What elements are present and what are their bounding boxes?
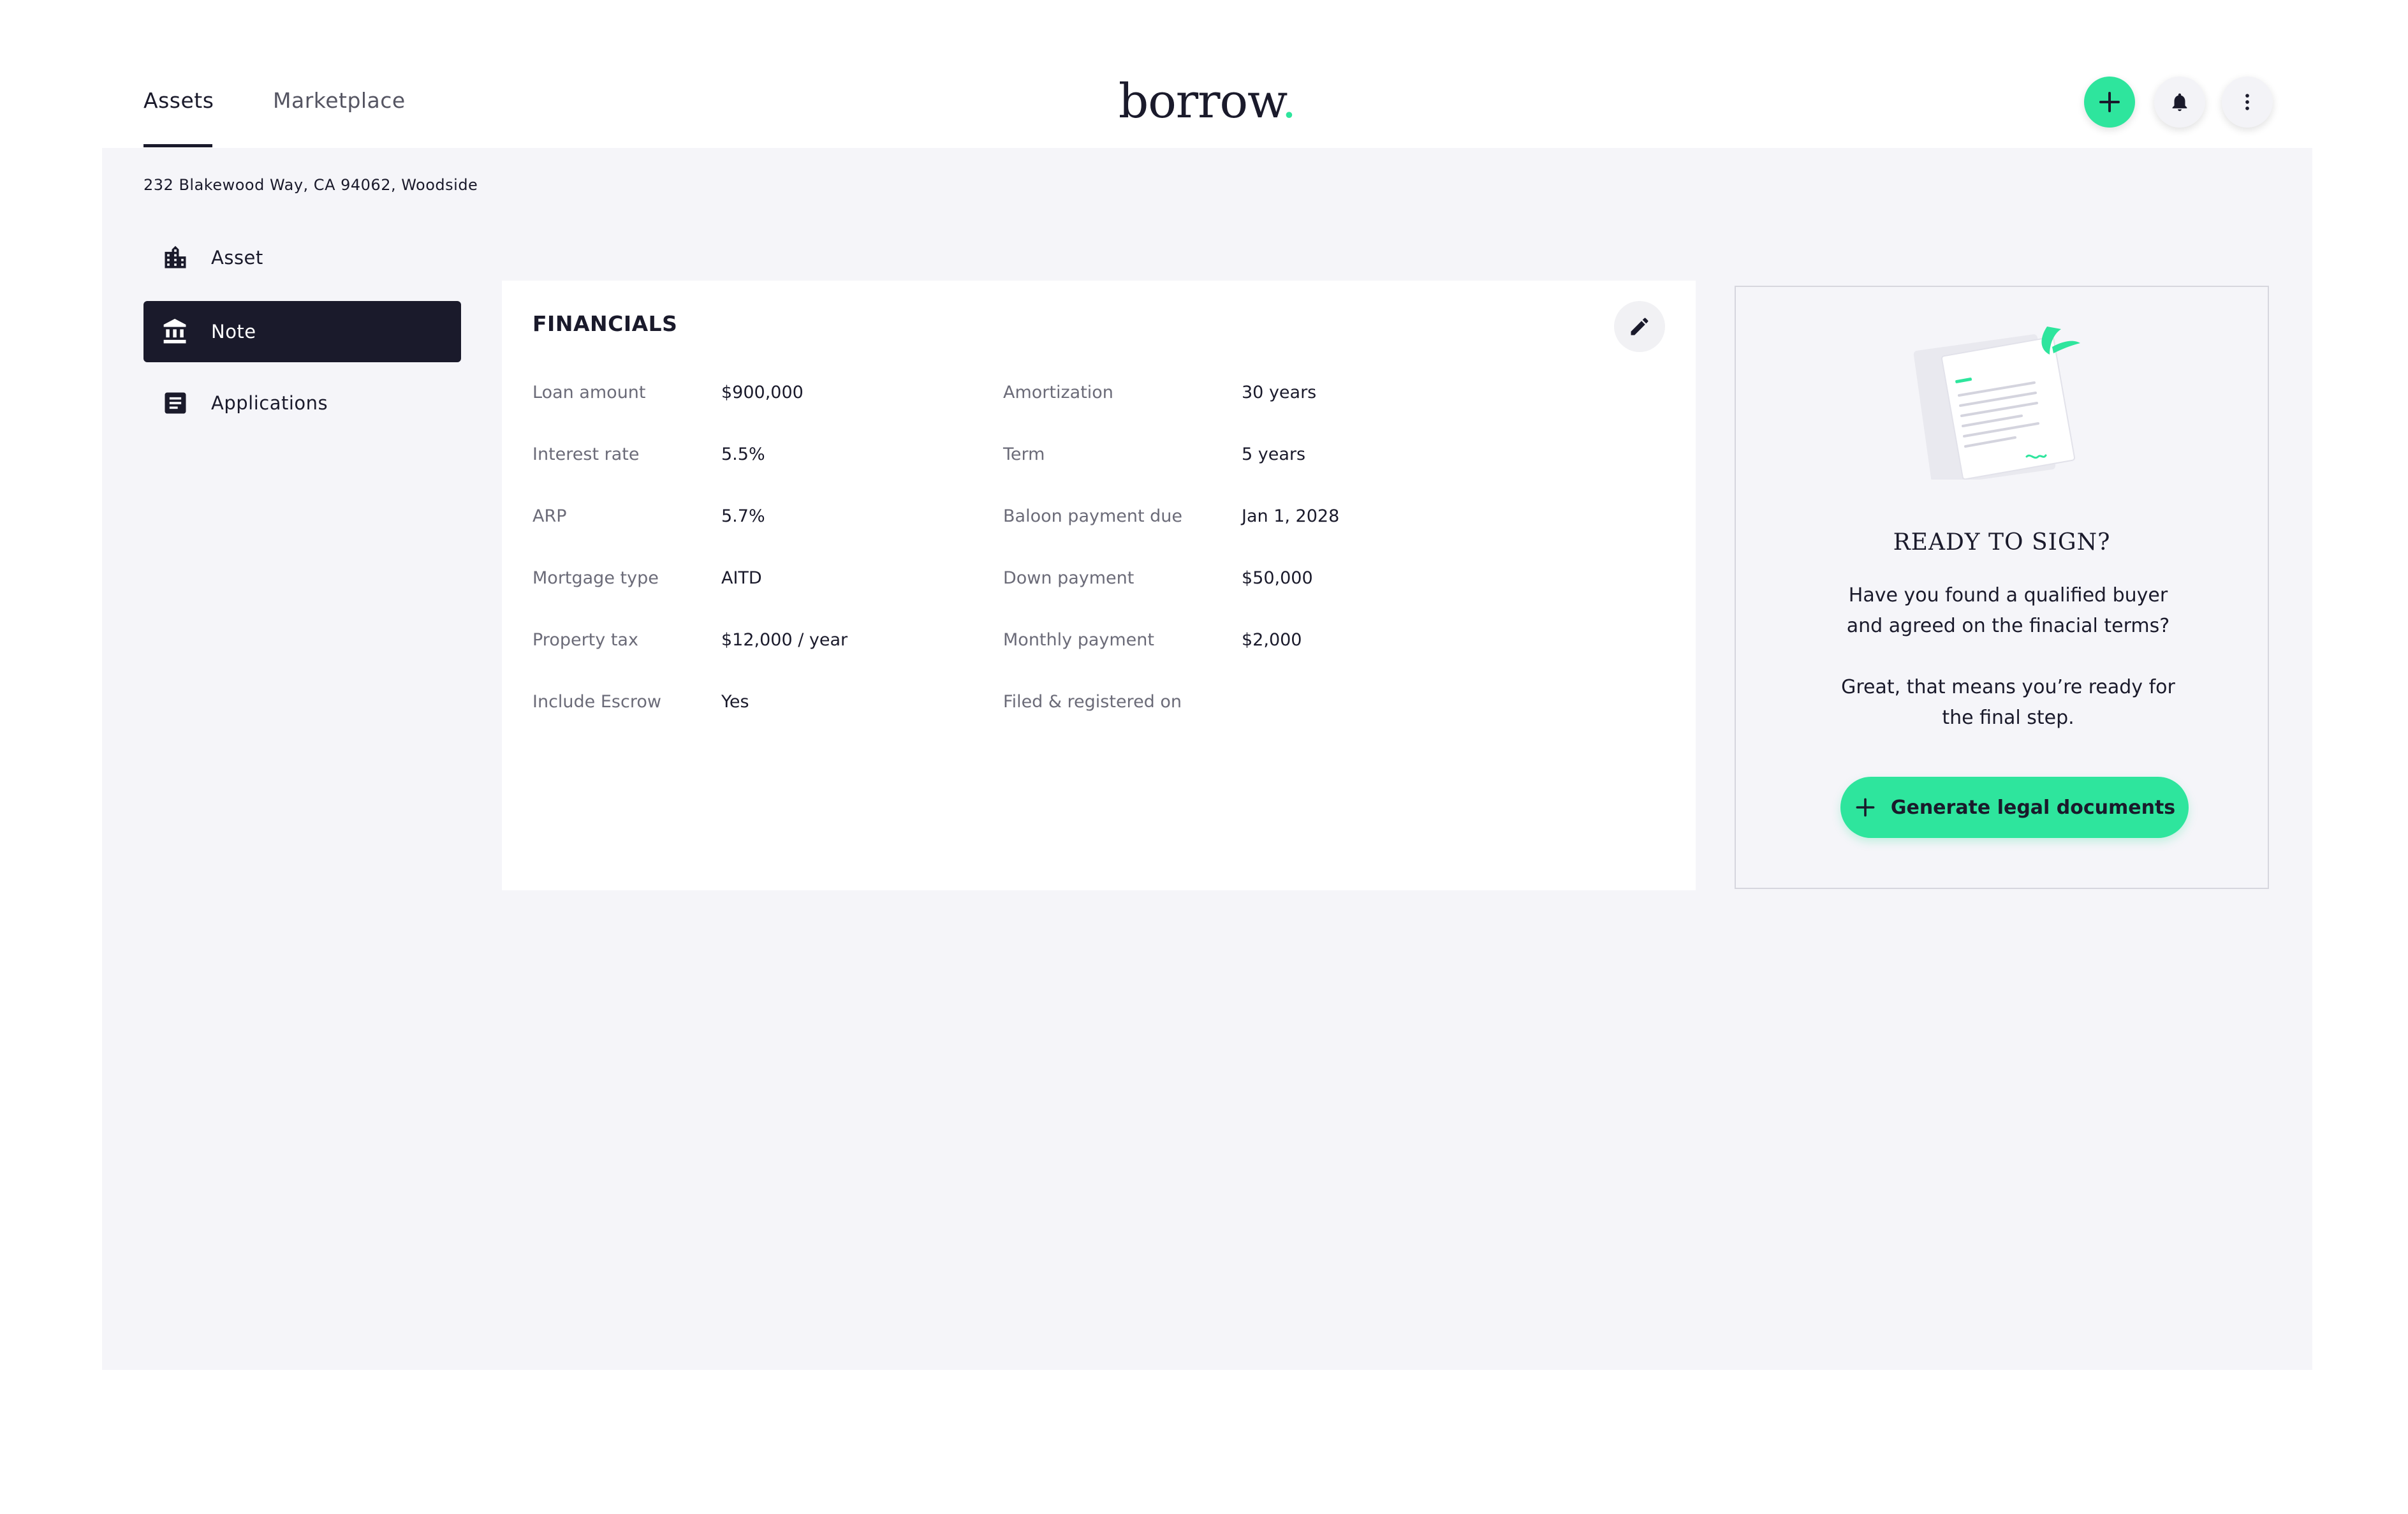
term-label: Term <box>1003 445 1045 464</box>
pencil-icon <box>1631 318 1648 335</box>
loan-amount-label: Loan amount <box>532 383 646 402</box>
interest-rate-value: 5.5% <box>721 445 765 464</box>
add-button[interactable] <box>2084 77 2135 128</box>
document-icon <box>160 388 191 418</box>
breadcrumb-address: 232 Blakewood Way, CA 94062, Woodside <box>143 176 478 194</box>
baloon-payment-value: Jan 1, 2028 <box>1242 506 1340 526</box>
baloon-payment-label: Baloon payment due <box>1003 506 1183 526</box>
sidebar-item-asset[interactable]: Asset <box>143 227 461 288</box>
sidebar-item-label: Asset <box>211 247 263 268</box>
financials-title: FINANCIALS <box>532 311 678 336</box>
interest-rate-label: Interest rate <box>532 445 640 464</box>
building-icon <box>160 242 191 273</box>
notifications-button[interactable] <box>2154 77 2205 128</box>
include-escrow-label: Include Escrow <box>532 692 661 712</box>
sign-text-line-4: the final step. <box>1942 707 2074 729</box>
property-tax-value: $12,000 / year <box>721 630 848 650</box>
top-bar: Assets Marketplace borrow. <box>102 51 2312 148</box>
filed-registered-label: Filed & registered on <box>1003 692 1182 712</box>
generate-button-label: Generate legal documents <box>1890 796 2176 819</box>
amortization-label: Amortization <box>1003 383 1113 402</box>
monthly-payment-value: $2,000 <box>1242 630 1302 650</box>
edit-button[interactable] <box>1614 301 1665 352</box>
logo-text: borrow <box>1118 74 1282 129</box>
include-escrow-value: Yes <box>721 692 749 712</box>
arp-label: ARP <box>532 506 567 526</box>
brand-logo: borrow. <box>102 74 2312 129</box>
content-area: 232 Blakewood Way, CA 94062, Woodside As… <box>102 148 2312 1370</box>
mortgage-type-value: AITD <box>721 568 762 588</box>
sidebar-item-note[interactable]: Note <box>143 301 461 362</box>
ready-to-sign-card: READY TO SIGN? Have you found a qualifie… <box>1735 286 2269 889</box>
property-tax-label: Property tax <box>532 630 638 650</box>
generate-legal-documents-button[interactable]: Generate legal documents <box>1840 777 2189 838</box>
arp-value: 5.7% <box>721 506 765 526</box>
monthly-payment-label: Monthly payment <box>1003 630 1154 650</box>
term-value: 5 years <box>1242 445 1306 464</box>
financials-card: FINANCIALS Loan amount $900,000 Interest… <box>502 281 1696 890</box>
app-window: Assets Marketplace borrow. 232 Blakewood… <box>102 51 2312 1370</box>
down-payment-label: Down payment <box>1003 568 1134 588</box>
more-options-button[interactable] <box>2222 77 2273 128</box>
document-illustration <box>1913 327 2080 480</box>
sign-text-line-3: Great, that means you’re ready for <box>1841 676 2175 698</box>
amortization-value: 30 years <box>1242 383 1317 402</box>
loan-amount-value: $900,000 <box>721 383 804 402</box>
bank-icon <box>160 316 191 347</box>
bell-icon <box>2172 93 2187 112</box>
plus-icon <box>2099 92 2120 112</box>
sign-text-line-1: Have you found a qualified buyer <box>1848 584 2168 606</box>
active-tab-indicator <box>143 144 212 147</box>
mortgage-type-label: Mortgage type <box>532 568 659 588</box>
down-payment-value: $50,000 <box>1242 568 1313 588</box>
more-vertical-icon <box>2245 94 2249 110</box>
plus-icon <box>1854 796 1877 819</box>
logo-dot: . <box>1281 74 1297 129</box>
sidebar-item-label: Note <box>211 321 256 342</box>
sidebar-item-applications[interactable]: Applications <box>143 372 461 434</box>
sidebar-item-label: Applications <box>211 392 328 414</box>
ready-to-sign-title: READY TO SIGN? <box>1893 529 2111 555</box>
sign-text-line-2: and agreed on the finacial terms? <box>1846 615 2170 637</box>
